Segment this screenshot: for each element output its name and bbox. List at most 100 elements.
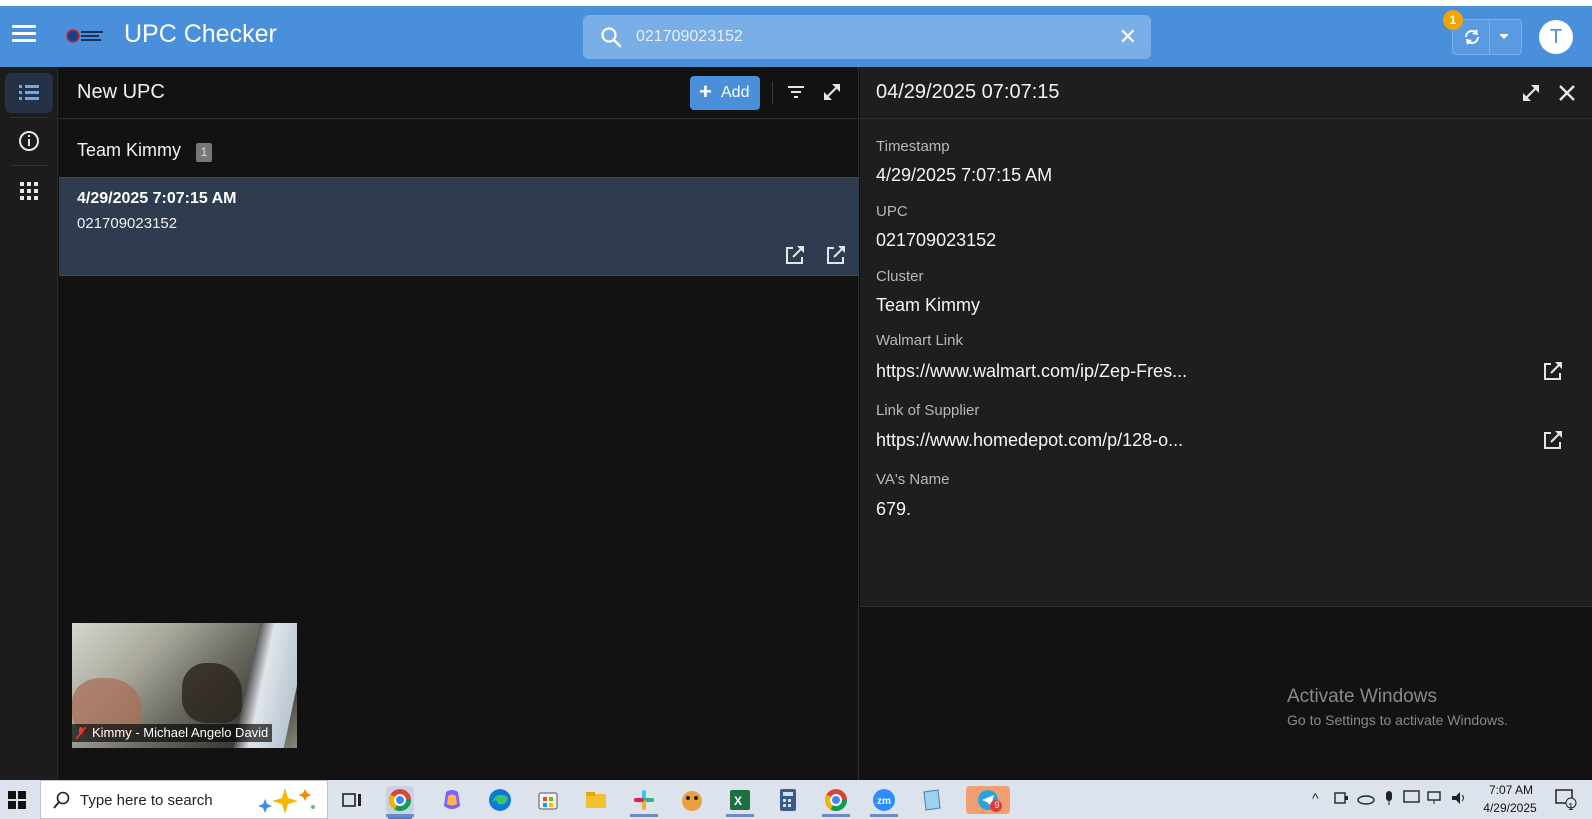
supplier-link[interactable]: https://www.homedepot.com/p/128-o... [876, 430, 1183, 451]
menu-icon[interactable] [12, 25, 36, 45]
activate-windows-title: Activate Windows [1287, 686, 1437, 707]
close-icon[interactable] [1556, 82, 1578, 104]
slack-icon[interactable] [630, 786, 658, 814]
volume-icon[interactable] [1450, 790, 1468, 806]
onedrive-icon[interactable] [1356, 790, 1376, 806]
search-icon [601, 27, 622, 48]
add-button-label: Add [721, 84, 750, 101]
apps-nav[interactable] [5, 171, 53, 211]
chevron-up-icon[interactable]: ^ [1312, 790, 1319, 806]
list-item-upc: 021709023152 [77, 215, 178, 232]
video-call-overlay[interactable]: Kimmy - Michael Angelo David [72, 623, 297, 748]
field-label-cluster: Cluster [876, 268, 924, 285]
calculator-icon[interactable] [774, 786, 802, 814]
field-value-timestamp: 4/29/2025 7:07:15 AM [876, 165, 1053, 185]
clear-search-icon[interactable]: ✕ [1119, 25, 1137, 49]
list-view-nav[interactable] [5, 73, 53, 113]
chrome-icon [389, 789, 411, 811]
field-label-supplier-link: Link of Supplier [876, 402, 980, 419]
rail-divider [10, 165, 48, 166]
detail-title: 04/29/2025 07:07:15 [876, 81, 1060, 103]
expand-icon[interactable] [1520, 82, 1542, 104]
telegram-unread-badge: 9 [994, 800, 1000, 810]
open-external-link-icon[interactable] [1542, 429, 1564, 451]
info-icon [19, 131, 39, 151]
field-label-walmart-link: Walmart Link [876, 332, 963, 349]
microsoft-store-icon[interactable] [534, 786, 562, 814]
side-nav-rail [0, 67, 58, 780]
open-external-link-icon[interactable] [1542, 360, 1564, 382]
list-item-timestamp: 4/29/2025 7:07:15 AM [77, 190, 237, 207]
task-view-icon[interactable] [338, 786, 366, 814]
app-title: UPC Checker [124, 20, 277, 48]
mic-muted-icon [76, 727, 86, 739]
copilot-icon[interactable] [438, 786, 466, 814]
zoom-icon[interactable]: zm [870, 786, 898, 814]
sync-button[interactable] [1452, 19, 1522, 55]
video-participant-name: Kimmy - Michael Angelo David [92, 725, 269, 740]
taskbar-search-box[interactable]: Type here to search [40, 780, 328, 819]
detail-card: 04/29/2025 07:07:15 Timestamp 4/29/2025 … [860, 67, 1592, 607]
display-settings-icon[interactable] [1403, 790, 1421, 806]
field-value-cluster: Team Kimmy [876, 295, 981, 315]
taskbar-date[interactable]: 4/29/2025 [1480, 801, 1540, 815]
meet-now-icon[interactable] [1333, 790, 1349, 806]
open-walmart-link-icon[interactable] [784, 244, 806, 266]
field-label-va-name: VA's Name [876, 471, 950, 488]
taskbar-search-placeholder: Type here to search [80, 792, 213, 809]
sync-icon [1464, 29, 1480, 45]
notification-badge: 1 [1443, 10, 1463, 30]
search-input[interactable] [636, 25, 1096, 49]
chrome-profile-icon[interactable] [822, 786, 850, 814]
notepad-icon[interactable] [918, 786, 946, 814]
chevron-down-icon[interactable] [1499, 34, 1509, 39]
user-avatar[interactable]: T [1539, 20, 1573, 54]
edge-icon[interactable] [486, 786, 514, 814]
add-button[interactable]: + Add [690, 76, 760, 110]
file-explorer-icon[interactable] [582, 786, 610, 814]
network-icon[interactable] [1426, 790, 1444, 806]
running-indicator [386, 814, 414, 817]
field-label-upc: UPC [876, 203, 908, 220]
running-indicator [630, 814, 658, 817]
list-item[interactable]: 4/29/2025 7:07:15 AM 021709023152 [59, 177, 859, 276]
group-title: Team Kimmy [77, 140, 182, 160]
split-divider [1489, 20, 1490, 54]
list-pane-header: New UPC + Add [59, 67, 859, 119]
game-app-icon[interactable] [678, 786, 706, 814]
taskbar-chrome[interactable] [386, 786, 414, 819]
app-logo [66, 29, 103, 43]
filter-icon[interactable] [787, 84, 805, 100]
info-nav[interactable] [5, 121, 53, 161]
search-icon [53, 791, 70, 809]
detail-pane: 04/29/2025 07:07:15 Timestamp 4/29/2025 … [860, 67, 1592, 780]
app-window: UPC Checker ✕ 1 T [0, 6, 1592, 780]
walmart-link[interactable]: https://www.walmart.com/ip/Zep-Fres... [876, 361, 1187, 382]
top-app-bar: UPC Checker ✕ 1 T [0, 6, 1592, 67]
windows-taskbar: Type here to search X zm 9 ^ 7:07 AM 4/2… [0, 780, 1592, 819]
microphone-icon[interactable] [1382, 790, 1396, 806]
running-indicator [822, 814, 850, 817]
list-pane-title: New UPC [77, 81, 165, 103]
video-content [182, 663, 242, 723]
windows-start-icon[interactable] [8, 791, 26, 809]
copilot-sparkle-icon[interactable] [255, 785, 321, 815]
taskbar-time[interactable]: 7:07 AM [1485, 783, 1537, 797]
telegram-icon [978, 790, 1002, 812]
video-participant-label: Kimmy - Michael Angelo David [72, 724, 273, 742]
list-icon [19, 85, 39, 100]
svg-text:zm: zm [877, 796, 891, 807]
search-bar[interactable]: ✕ [583, 15, 1151, 59]
running-indicator [870, 814, 898, 817]
expand-icon[interactable] [821, 81, 843, 103]
activate-windows-subtitle: Go to Settings to activate Windows. [1287, 712, 1508, 728]
rail-divider [10, 117, 48, 118]
toolbar-divider [772, 82, 773, 104]
open-supplier-link-icon[interactable] [825, 244, 847, 266]
svg-text:X: X [734, 794, 742, 808]
excel-icon[interactable]: X [726, 786, 754, 814]
taskbar-telegram[interactable]: 9 [966, 786, 1010, 814]
running-indicator [726, 814, 754, 817]
notification-center-count: 1 [1568, 802, 1574, 813]
detail-header: 04/29/2025 07:07:15 [860, 67, 1592, 119]
